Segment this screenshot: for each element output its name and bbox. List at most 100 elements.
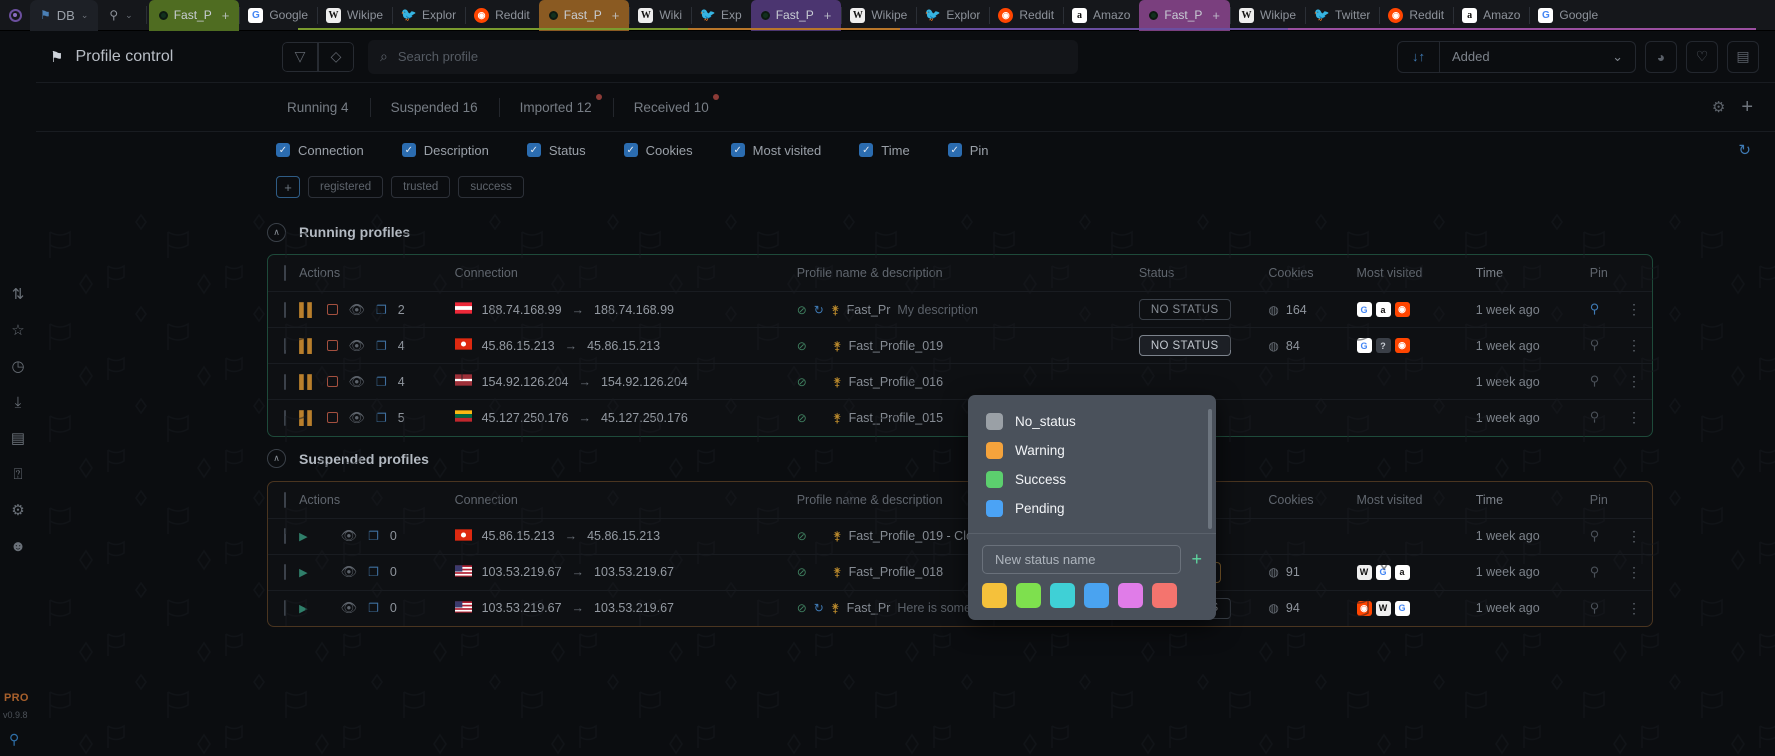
tab-received[interactable]: Received 10 bbox=[612, 83, 730, 132]
row-menu-button[interactable]: ⋮ bbox=[1627, 409, 1642, 426]
plus-icon[interactable]: + bbox=[824, 8, 832, 23]
checkbox-icon[interactable] bbox=[284, 600, 286, 617]
profile-name-label[interactable]: Fast_Profile_019 bbox=[849, 339, 944, 353]
row-menu-button[interactable]: ⋮ bbox=[1627, 564, 1642, 581]
pause-icon[interactable]: ▌▌ bbox=[299, 374, 316, 389]
status-dropdown-popup[interactable]: No_status Warning Success Pending New statu… bbox=[968, 395, 1216, 620]
sort-field-select[interactable]: Added ⌄ bbox=[1440, 42, 1635, 72]
table-row[interactable]: ▌▌ 👁 ❐ 4 154.92.126.204 → 154.92.126.204 ⊘ ⚵ Fast… bbox=[268, 363, 1652, 400]
browser-tab[interactable]: 🐦 Twitter bbox=[1305, 0, 1379, 31]
sort-control[interactable]: ↓↑ Added ⌄ bbox=[1397, 40, 1636, 73]
pin-icon[interactable]: ⚲ bbox=[1590, 373, 1600, 388]
status-tabs[interactable]: Running 4 Suspended 16 Imported 12 Received… bbox=[266, 83, 730, 132]
plus-icon[interactable]: + bbox=[1212, 8, 1220, 23]
color-swatch[interactable] bbox=[982, 583, 1007, 608]
column-toggle-pin[interactable]: ✓ Pin bbox=[947, 143, 988, 158]
browser-tab[interactable]: G Google bbox=[239, 0, 317, 31]
hide-icon[interactable]: 👁 bbox=[349, 338, 366, 354]
stop-icon[interactable] bbox=[326, 304, 338, 315]
row-select[interactable] bbox=[268, 518, 299, 554]
wikipedia-icon[interactable]: W bbox=[1375, 600, 1391, 616]
duplicate-icon[interactable]: ❐ bbox=[376, 303, 387, 317]
row-select[interactable] bbox=[268, 554, 299, 590]
color-swatch[interactable] bbox=[1084, 583, 1109, 608]
checkbox-icon[interactable]: ✓ bbox=[947, 143, 962, 157]
browser-tabs-strip[interactable]: Fast_P + G Google W Wikipe 🐦 Explor ◉ Reddit Fast_… bbox=[148, 0, 1775, 31]
browser-tab[interactable]: W Wikipe bbox=[317, 0, 392, 31]
checkbox-icon[interactable] bbox=[284, 528, 286, 544]
pause-icon[interactable]: ▌▌ bbox=[299, 302, 316, 317]
browser-profile-selector[interactable]: ⚑ DB ⌄ bbox=[30, 0, 99, 31]
tag-chip[interactable]: trusted bbox=[391, 176, 451, 198]
profile-name-label[interactable]: Fast_Pr bbox=[847, 303, 891, 317]
browser-tab[interactable]: a Amazo bbox=[1063, 0, 1139, 31]
sidebar-item-help[interactable]: ⍰ bbox=[5, 461, 31, 487]
status-option[interactable]: Pending bbox=[968, 494, 1216, 523]
google-icon[interactable]: G bbox=[1375, 564, 1391, 580]
checkbox-icon[interactable]: ✓ bbox=[526, 143, 541, 157]
hide-icon[interactable]: 👁 bbox=[341, 528, 358, 544]
status-badge[interactable]: NO STATUS bbox=[1138, 335, 1231, 356]
checkbox-icon[interactable]: ✓ bbox=[401, 143, 416, 157]
pin-icon[interactable]: ⚲ bbox=[1590, 528, 1600, 543]
column-toggle-time[interactable]: ✓ Time bbox=[859, 143, 910, 158]
column-toggle-most-visited[interactable]: ✓ Most visited bbox=[730, 143, 821, 158]
checkbox-icon[interactable]: ✓ bbox=[730, 143, 745, 157]
row-select[interactable] bbox=[268, 328, 299, 364]
column-toggle-cookies[interactable]: ✓ Cookies bbox=[623, 143, 693, 158]
browser-profile-tab[interactable]: Fast_P + bbox=[538, 0, 630, 31]
checkbox-icon[interactable] bbox=[284, 491, 286, 508]
wikipedia-icon[interactable]: W bbox=[1356, 564, 1372, 580]
plus-icon[interactable]: + bbox=[1741, 96, 1753, 119]
sidebar-item-account[interactable]: ☻ bbox=[5, 533, 31, 559]
profile-name-label[interactable]: Fast_Profile_019 - Clone bbox=[849, 529, 987, 543]
column-toggle-status[interactable]: ✓ Status bbox=[526, 143, 586, 158]
column-toggles[interactable]: ✓ Connection ✓ Description ✓ Status ✓ Cookies ✓ M… bbox=[276, 143, 988, 158]
row-select[interactable] bbox=[268, 292, 299, 328]
hide-icon[interactable]: 👁 bbox=[349, 410, 366, 426]
browser-tab[interactable]: 🐦 Explor bbox=[392, 0, 465, 31]
browser-tab[interactable]: 🐦 Exp bbox=[691, 0, 751, 31]
play-icon[interactable]: ▶ bbox=[299, 566, 307, 579]
row-menu-button[interactable]: ⋮ bbox=[1627, 528, 1642, 545]
row-menu-button[interactable]: ⋮ bbox=[1627, 337, 1642, 354]
profile-name-label[interactable]: Fast_Profile_018 bbox=[849, 565, 944, 579]
stop-icon[interactable] bbox=[326, 376, 338, 387]
status-options-list[interactable]: No_status Warning Success Pending bbox=[968, 395, 1216, 533]
reddit-icon[interactable]: ◉ bbox=[1394, 338, 1410, 353]
browser-tab[interactable]: ◉ Reddit bbox=[465, 0, 539, 31]
google-icon[interactable]: G bbox=[1394, 600, 1410, 616]
browser-tab[interactable]: W Wiki bbox=[629, 0, 691, 31]
tab-imported[interactable]: Imported 12 bbox=[498, 83, 613, 132]
sidebar-item-settings[interactable]: ⚙ bbox=[5, 497, 31, 523]
status-option[interactable]: Success bbox=[968, 465, 1216, 494]
color-swatch[interactable] bbox=[1118, 583, 1143, 608]
browser-tab[interactable]: 🐦 Explor bbox=[916, 0, 989, 31]
collapse-toggle[interactable]: ∧ bbox=[267, 449, 286, 468]
plus-icon[interactable]: + bbox=[612, 8, 620, 23]
column-toggle-description[interactable]: ✓ Description bbox=[401, 143, 489, 158]
hide-icon[interactable]: 👁 bbox=[341, 564, 358, 580]
popup-scrollbar[interactable] bbox=[1208, 409, 1212, 529]
plus-icon[interactable]: + bbox=[222, 8, 230, 23]
stop-icon[interactable] bbox=[326, 340, 338, 351]
row-select[interactable] bbox=[268, 364, 299, 400]
reddit-icon[interactable]: ◉ bbox=[1394, 302, 1410, 317]
clear-filter-button[interactable]: ◇ bbox=[318, 41, 354, 72]
calendar-button[interactable]: ▤ bbox=[1727, 40, 1759, 73]
checkbox-icon[interactable]: ✓ bbox=[276, 143, 290, 157]
tag-chip[interactable]: registered bbox=[308, 176, 384, 198]
amazon-icon[interactable]: a bbox=[1375, 302, 1391, 317]
browser-tab[interactable]: W Wikipe bbox=[841, 0, 916, 31]
color-swatches[interactable] bbox=[968, 583, 1216, 620]
table-row[interactable]: ▶ 👁 ❐ 0 103.53.219.67 → 103.53.219.67 ⊘ ⚵ Fast_Pr… bbox=[268, 554, 1652, 590]
people-icon-button[interactable]: ⚲ ⌄ bbox=[98, 8, 143, 22]
tab-running[interactable]: Running 4 bbox=[266, 83, 370, 132]
tag-filter-row[interactable]: + registered trusted success bbox=[276, 176, 524, 198]
checkbox-icon[interactable] bbox=[284, 373, 286, 390]
tab-suspended[interactable]: Suspended 16 bbox=[369, 83, 499, 132]
checkbox-icon[interactable] bbox=[284, 265, 286, 281]
add-status-button[interactable]: + bbox=[1191, 549, 1202, 570]
pin-icon[interactable]: ⚲ bbox=[1590, 600, 1600, 615]
table-row[interactable]: ▌▌ 👁 ❐ 2 188.74.168.99 → 188.74.168.99 ⊘ ↻ ⚵ Fast_… bbox=[268, 291, 1652, 328]
